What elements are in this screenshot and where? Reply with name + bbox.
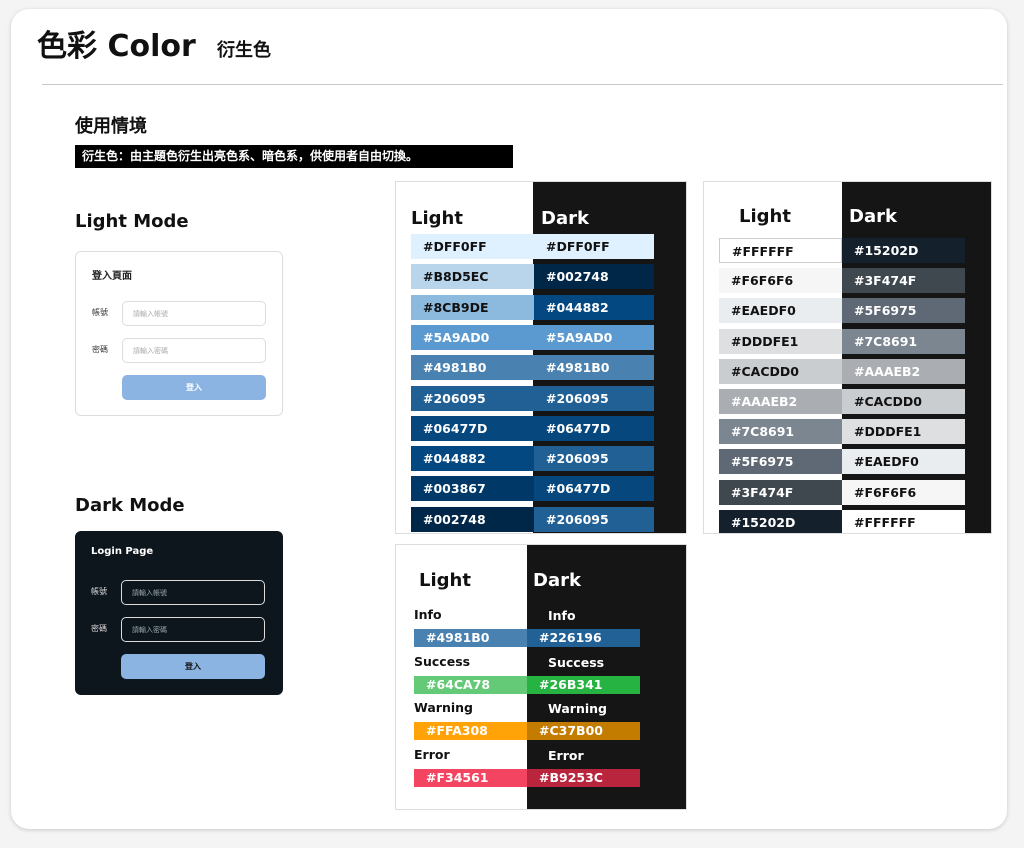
dark-login-mockup: Login Page 帳號 請輸入帳號 密碼 請輸入密碼 登入	[75, 531, 283, 695]
usage-description: 衍生色：由主題色衍生出亮色系、暗色系，供使用者自由切換。	[75, 145, 513, 168]
color-swatch: #FFA308	[414, 722, 527, 740]
color-swatch: #3F474F	[842, 268, 965, 294]
color-swatch: #206095	[534, 385, 654, 411]
color-spec-card: 色彩 Color 衍生色 使用情境 衍生色：由主題色衍生出亮色系、暗色系，供使用…	[11, 9, 1007, 829]
account-label: 帳號	[92, 308, 108, 317]
color-swatch: #FFFFFF	[719, 238, 842, 263]
page-subtitle: 衍生色	[217, 40, 271, 61]
color-swatch: #5A9AD0	[411, 324, 534, 350]
color-swatch: #26B341	[527, 675, 640, 694]
password-label: 密碼	[92, 345, 108, 354]
color-swatch: #7C8691	[719, 419, 842, 445]
dark-column-heading: Dark	[533, 570, 581, 591]
color-swatch: #06477D	[534, 415, 654, 441]
color-swatch: #3F474F	[719, 479, 842, 505]
color-swatch: #206095	[534, 446, 654, 472]
color-swatch: #DDDFE1	[719, 328, 842, 354]
color-swatch: #15202D	[719, 509, 842, 533]
status-label: Info	[548, 608, 576, 623]
password-label: 密碼	[91, 624, 107, 633]
color-swatch: #B9253C	[527, 768, 640, 787]
account-input[interactable]: 請輸入帳號	[122, 301, 266, 326]
status-label: Info	[414, 607, 442, 622]
dark-column-heading: Dark	[849, 206, 897, 227]
color-swatch: #F6F6F6	[719, 268, 842, 294]
status-label: Warning	[548, 701, 607, 716]
color-swatch: #AAAEB2	[719, 389, 842, 414]
color-swatch: #DDDFE1	[842, 419, 965, 445]
color-swatch: #206095	[534, 506, 654, 532]
login-page-title: 登入頁面	[92, 271, 132, 282]
color-swatch: #8CB9DE	[411, 294, 534, 320]
color-swatch: #06477D	[534, 476, 654, 502]
color-swatch: #DFF0FF	[534, 234, 654, 259]
color-swatch: #DFF0FF	[411, 234, 534, 259]
color-swatch: #5F6975	[842, 298, 965, 324]
color-swatch: #226196	[527, 629, 640, 647]
header-divider	[42, 84, 1003, 85]
login-page-title: Login Page	[91, 546, 154, 557]
account-label: 帳號	[91, 587, 107, 596]
color-swatch: #B8D5EC	[411, 264, 534, 290]
color-swatch: #4981B0	[414, 629, 527, 647]
color-swatch: #5F6975	[719, 449, 842, 475]
color-swatch: #002748	[411, 506, 534, 532]
status-label: Success	[548, 654, 605, 670]
color-swatch: #CACDD0	[842, 389, 965, 414]
status-label: Error	[414, 746, 450, 762]
color-swatch: #EAEDF0	[719, 298, 842, 324]
color-swatch: #15202D	[842, 238, 965, 263]
status-label: Warning	[414, 700, 473, 715]
color-swatch: #044882	[411, 446, 534, 472]
page-title: 色彩 Color	[37, 29, 196, 64]
color-swatch: #FFFFFF	[842, 509, 965, 533]
color-swatch: #EAEDF0	[842, 449, 965, 475]
color-swatch: #F6F6F6	[842, 479, 965, 505]
status-palette-panel: Light Dark Info Info #4981B0 #226196 Success…	[395, 544, 687, 810]
account-input[interactable]: 請輸入帳號	[121, 580, 265, 605]
login-button[interactable]: 登入	[121, 654, 265, 679]
color-swatch: #5A9AD0	[534, 324, 654, 350]
color-swatch: #F34561	[414, 768, 527, 787]
color-swatch: #7C8691	[842, 328, 965, 354]
dark-mode-heading: Dark Mode	[75, 495, 185, 516]
light-column-heading: Light	[419, 570, 471, 591]
light-column-heading: Light	[411, 208, 463, 229]
usage-heading: 使用情境	[75, 116, 147, 137]
light-mode-heading: Light Mode	[75, 211, 189, 232]
password-input[interactable]: 請輸入密碼	[122, 338, 266, 363]
color-swatch: #206095	[411, 385, 534, 411]
color-swatch: #4981B0	[534, 355, 654, 381]
status-label: Success	[414, 653, 471, 669]
color-swatch: #003867	[411, 476, 534, 502]
password-input[interactable]: 請輸入密碼	[121, 617, 265, 642]
color-swatch: #C37B00	[527, 722, 640, 740]
light-login-mockup: 登入頁面 帳號 請輸入帳號 密碼 請輸入密碼 登入	[75, 251, 283, 416]
color-swatch: #002748	[534, 264, 654, 290]
light-column-heading: Light	[739, 206, 791, 227]
dark-column-heading: Dark	[541, 208, 589, 229]
gray-palette-panel: Light Dark #FFFFFF #F6F6F6 #EAEDF0 #DDDFE1 #…	[703, 181, 992, 534]
login-button[interactable]: 登入	[122, 375, 266, 400]
status-label: Error	[548, 747, 584, 763]
color-swatch: #64CA78	[414, 675, 527, 694]
color-swatch: #4981B0	[411, 355, 534, 381]
color-swatch: #AAAEB2	[842, 358, 965, 384]
color-swatch: #044882	[534, 294, 654, 320]
color-swatch: #06477D	[411, 415, 534, 441]
blue-palette-panel: Light Dark #DFF0FF #B8D5EC #8CB9DE #5A9AD0 #…	[395, 181, 687, 534]
color-swatch: #CACDD0	[719, 358, 842, 384]
